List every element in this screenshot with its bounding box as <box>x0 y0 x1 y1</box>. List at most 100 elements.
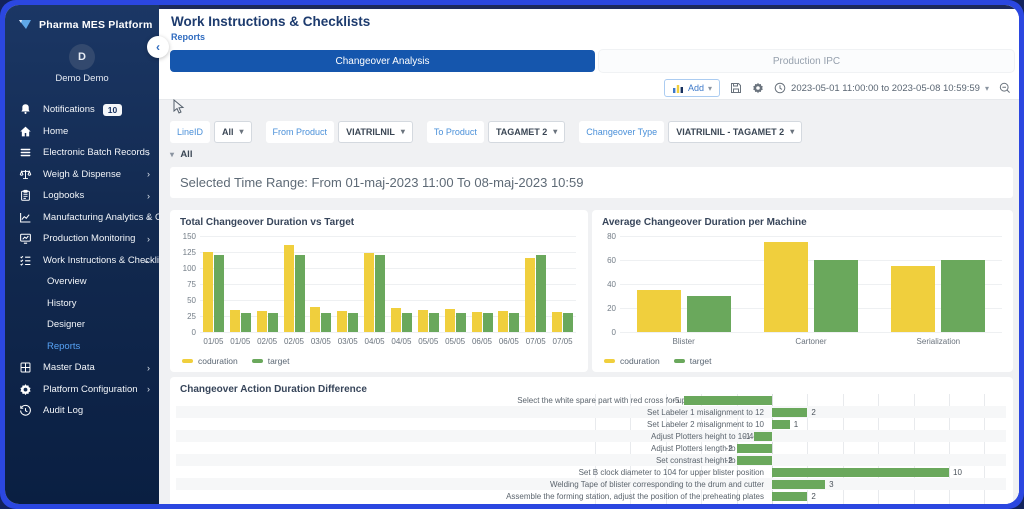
chevron-down-icon: ▾ <box>553 122 557 142</box>
bar-target[interactable] <box>295 255 305 332</box>
bar-coduration[interactable] <box>364 253 374 332</box>
add-button[interactable]: Add ▾ <box>664 79 720 97</box>
sidebar-item-home[interactable]: Home <box>5 121 159 143</box>
sidebar-subitem-history[interactable]: History <box>5 293 159 315</box>
bar-coduration[interactable] <box>257 311 267 332</box>
sidebar-item-audit-log[interactable]: Audit Log <box>5 400 159 422</box>
x-tick-label: 01/05 <box>200 337 227 346</box>
tab-changeover-analysis[interactable]: Changeover Analysis <box>170 50 595 72</box>
bar-coduration[interactable] <box>284 245 294 332</box>
bar-coduration[interactable] <box>891 266 935 332</box>
bar-target[interactable] <box>941 260 985 332</box>
bar-target[interactable] <box>536 255 546 332</box>
sidebar-item-electronic-batch-records[interactable]: Electronic Batch Records› <box>5 142 159 164</box>
bar-coduration[interactable] <box>445 309 455 332</box>
bar-coduration[interactable] <box>525 258 535 332</box>
sidebar-item-weigh-dispense[interactable]: Weigh & Dispense› <box>5 164 159 186</box>
legend-item-coduration[interactable]: coduration <box>604 356 660 366</box>
bar-coduration[interactable] <box>310 307 320 332</box>
bar-target[interactable] <box>429 313 439 332</box>
x-tick-label: 04/05 <box>388 337 415 346</box>
bar-coduration[interactable] <box>391 308 401 332</box>
bar-value-label: 2 <box>811 490 815 502</box>
bar-coduration[interactable] <box>418 310 428 332</box>
bar-target[interactable] <box>348 313 358 332</box>
filter-select-lineid[interactable]: All▾ <box>214 121 252 143</box>
sidebar-subitem-reports[interactable]: Reports <box>5 336 159 358</box>
sidebar-subitem-designer[interactable]: Designer <box>5 314 159 336</box>
bar-target[interactable] <box>483 313 493 332</box>
chevron-down-icon: ⌄ <box>142 255 150 266</box>
sidebar-item-manufacturing-analytics-oee[interactable]: Manufacturing Analytics & OEE› <box>5 207 159 229</box>
collapse-all-toggle[interactable]: ▾ All <box>170 149 192 160</box>
x-tick-label: 03/05 <box>307 337 334 346</box>
sidebar-item-notifications[interactable]: Notifications10 <box>5 99 159 121</box>
filter-value: TAGAMET 2 <box>496 122 547 142</box>
filter-select-from-product[interactable]: VIATRILNIL▾ <box>338 121 413 143</box>
sidebar-subitem-label: History <box>47 298 77 309</box>
y-tick-label: 125 <box>172 248 196 257</box>
sidebar-subitem-label: Overview <box>47 276 87 287</box>
zoom-out-icon[interactable] <box>999 82 1011 94</box>
bar-duration-diff[interactable] <box>772 420 790 429</box>
sidebar-item-production-monitoring[interactable]: Production Monitoring› <box>5 228 159 250</box>
bar-target[interactable] <box>268 313 278 332</box>
bar-target[interactable] <box>563 313 573 332</box>
legend-item-coduration[interactable]: coduration <box>182 356 238 366</box>
bar-target[interactable] <box>214 255 224 332</box>
home-icon <box>19 125 32 138</box>
sidebar-subitem-overview[interactable]: Overview <box>5 271 159 293</box>
chart-row: Set B clock diameter to 104 for upper bl… <box>176 466 1006 478</box>
legend-item-target[interactable]: target <box>252 356 290 366</box>
bar-duration-diff[interactable] <box>737 444 772 453</box>
bar-target[interactable] <box>814 260 858 332</box>
bar-duration-diff[interactable] <box>772 480 825 489</box>
bar-coduration[interactable] <box>230 310 240 332</box>
action-label: Set constrast height to 42.2cm <box>176 454 764 466</box>
x-tick-label: 03/05 <box>334 337 361 346</box>
sidebar-item-master-data[interactable]: Master Data› <box>5 357 159 379</box>
chevron-down-icon: ▾ <box>985 84 989 93</box>
gear-icon[interactable] <box>752 82 764 94</box>
bar-coduration[interactable] <box>337 311 347 332</box>
avatar[interactable]: D <box>69 44 95 70</box>
filter-value: All <box>222 122 234 142</box>
bar-duration-diff[interactable] <box>754 432 772 441</box>
bar-target[interactable] <box>375 255 385 332</box>
bar-duration-diff[interactable] <box>684 396 773 405</box>
sidebar-item-work-instructions-checklists[interactable]: Work Instructions & Checklists⌄ <box>5 250 159 272</box>
filter-select-changeover-type[interactable]: VIATRILNIL - TAGAMET 2▾ <box>668 121 802 143</box>
chart-row: Assemble the forming station, adjust the… <box>176 490 1006 502</box>
bar-target[interactable] <box>456 313 466 332</box>
sidebar-item-platform-configuration[interactable]: Platform Configuration› <box>5 379 159 401</box>
save-icon[interactable] <box>730 82 742 94</box>
bar-coduration[interactable] <box>203 252 213 332</box>
bar-duration-diff[interactable] <box>772 468 949 477</box>
bar-target[interactable] <box>241 313 251 332</box>
bar-target[interactable] <box>687 296 731 332</box>
sidebar-item-logbooks[interactable]: Logbooks› <box>5 185 159 207</box>
bar-duration-diff[interactable] <box>772 492 807 501</box>
bar-coduration[interactable] <box>472 312 482 332</box>
tab-production-ipc[interactable]: Production IPC <box>599 50 1014 72</box>
bar-duration-diff[interactable] <box>737 456 772 465</box>
bar-duration-diff[interactable] <box>772 408 807 417</box>
bar-coduration[interactable] <box>637 290 681 332</box>
bar-target[interactable] <box>509 313 519 332</box>
filter-select-to-product[interactable]: TAGAMET 2 ▾ <box>488 121 565 143</box>
bar-coduration[interactable] <box>764 242 808 332</box>
legend-item-target[interactable]: target <box>674 356 712 366</box>
date-range-picker[interactable]: 2023-05-01 11:00:00 to 2023-05-08 10:59:… <box>774 82 989 94</box>
history-icon <box>19 404 32 417</box>
selected-time-range: Selected Time Range: From 01-maj-2023 11… <box>170 167 1013 198</box>
bar-target[interactable] <box>402 313 412 332</box>
bar-value-label: 1 <box>794 418 798 430</box>
bar-coduration[interactable] <box>552 312 562 332</box>
sidebar-collapse-button[interactable]: ‹ <box>147 36 169 58</box>
bar-target[interactable] <box>321 313 331 332</box>
filter-value: VIATRILNIL <box>346 122 395 142</box>
bar-coduration[interactable] <box>498 311 508 332</box>
action-label: Adjust Plotters height to 10.4cm <box>176 430 764 442</box>
legend-label: target <box>268 356 290 366</box>
filter-bar: LineIDAll▾From ProductVIATRILNIL▾To Prod… <box>170 121 802 143</box>
